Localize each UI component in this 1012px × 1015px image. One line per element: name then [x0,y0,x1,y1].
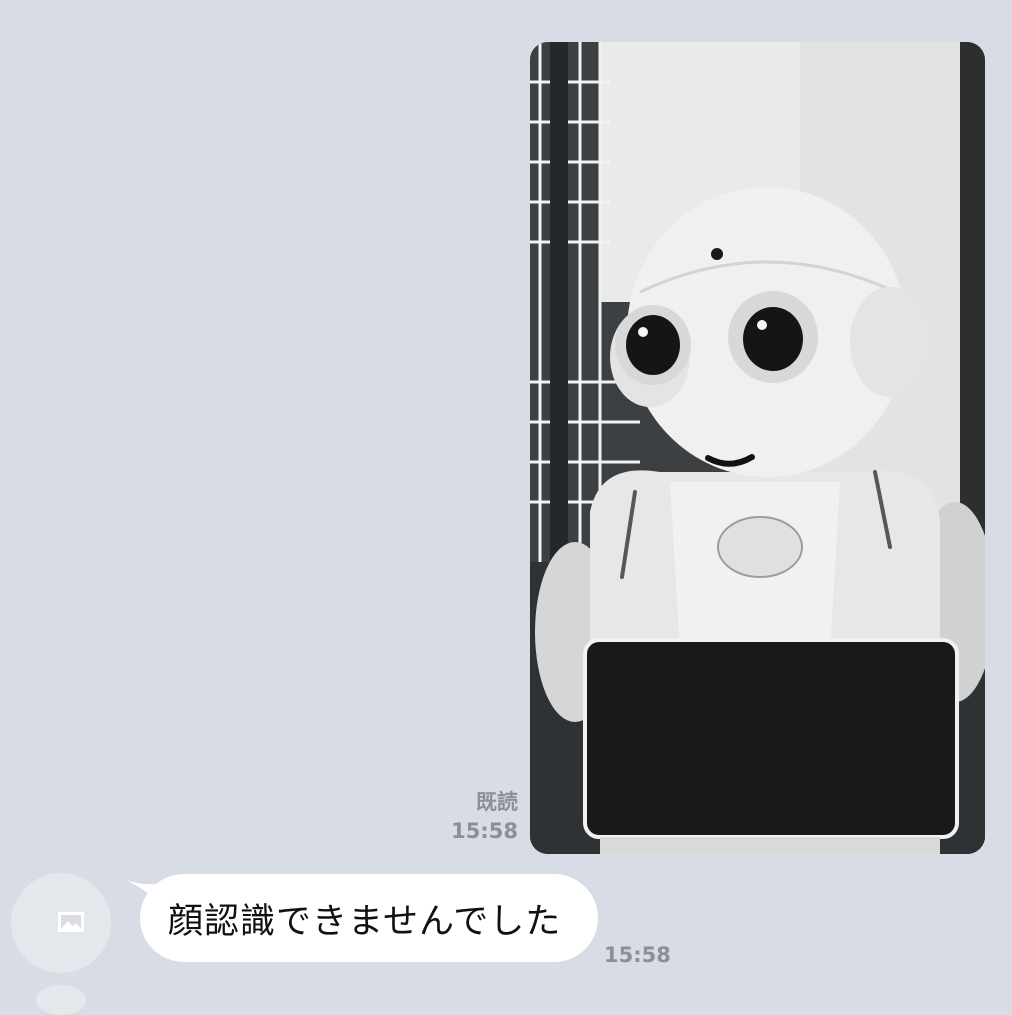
avatar[interactable] [11,873,111,973]
image-placeholder-icon [58,912,84,932]
sent-photo[interactable] [530,42,985,854]
robot-photo-graphic [530,42,985,854]
sent-time: 15:58 [451,819,518,843]
next-avatar[interactable] [36,985,86,1015]
received-time: 15:58 [604,943,671,967]
sent-message-meta: 既読 15:58 [451,788,518,846]
received-message-text: 顔認識できませんでした [168,901,562,942]
read-status: 既読 [476,790,518,814]
received-message-bubble[interactable]: 顔認識できませんでした [140,874,598,962]
